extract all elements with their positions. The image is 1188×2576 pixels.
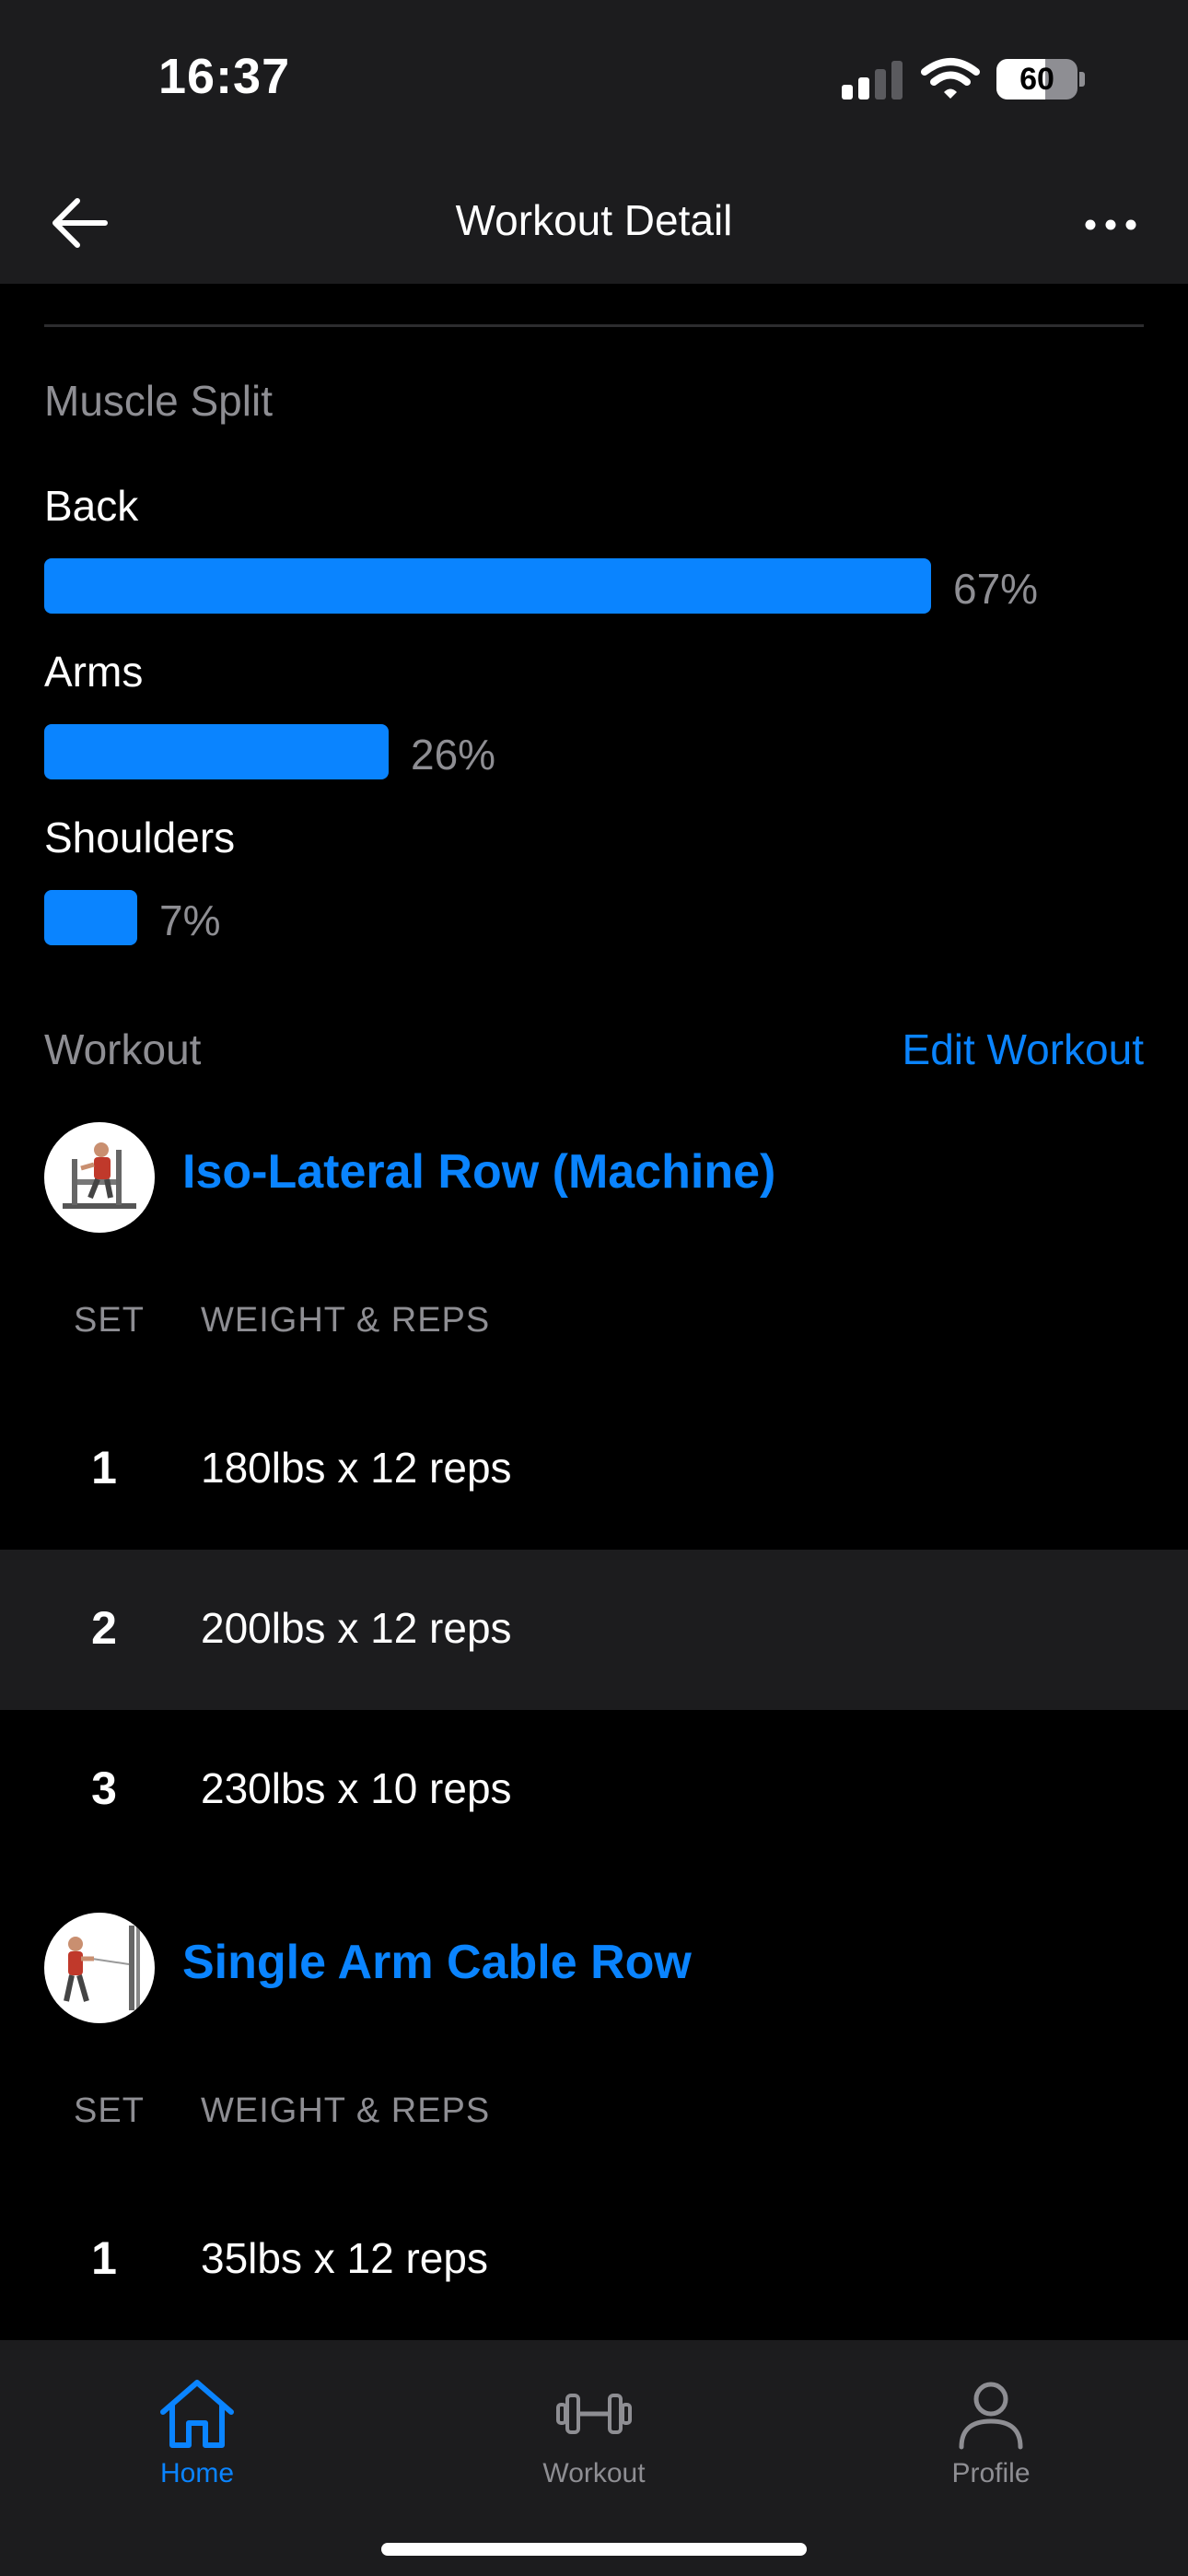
exercise-thumbnail[interactable] bbox=[44, 1122, 155, 1233]
muscle-bar-shoulders bbox=[44, 890, 137, 945]
exercise-thumbnail[interactable] bbox=[44, 1913, 155, 2023]
dumbbell-icon bbox=[556, 2394, 632, 2434]
set-row: 1 35lbs x 12 reps bbox=[0, 2180, 1188, 2340]
workout-heading: Workout bbox=[44, 1025, 202, 1073]
battery-icon: 60 bbox=[996, 59, 1077, 100]
tab-label-workout: Workout bbox=[542, 2458, 646, 2488]
set-weight-reps: 35lbs x 12 reps bbox=[201, 2234, 488, 2282]
muscle-percent-arms: 26% bbox=[411, 731, 496, 779]
muscle-label-back: Back bbox=[44, 482, 139, 530]
set-weight-reps: 200lbs x 12 reps bbox=[201, 1604, 512, 1652]
muscle-split-heading: Muscle Split bbox=[44, 377, 273, 425]
divider bbox=[44, 324, 1144, 327]
tab-label-home: Home bbox=[159, 2458, 235, 2488]
muscle-percent-shoulders: 7% bbox=[159, 896, 221, 944]
status-time: 16:37 bbox=[158, 49, 291, 104]
home-icon bbox=[160, 2380, 234, 2448]
battery-cap bbox=[1079, 72, 1085, 87]
weight-reps-column-header: WEIGHT & REPS bbox=[201, 1301, 491, 1340]
edit-workout-link[interactable]: Edit Workout bbox=[903, 1025, 1144, 1074]
set-number: 3 bbox=[91, 1762, 117, 1814]
home-indicator bbox=[381, 2543, 807, 2556]
set-column-header: SET bbox=[74, 2091, 145, 2130]
signal-icon bbox=[842, 61, 903, 100]
muscle-bar-arms bbox=[44, 724, 389, 779]
muscle-bar-back bbox=[44, 558, 931, 614]
muscle-label-arms: Arms bbox=[44, 648, 144, 696]
set-weight-reps: 230lbs x 10 reps bbox=[201, 1764, 512, 1812]
set-number: 1 bbox=[91, 2232, 117, 2284]
set-row: 3 230lbs x 10 reps bbox=[0, 1710, 1188, 1870]
set-weight-reps: 180lbs x 12 reps bbox=[201, 1444, 512, 1492]
person-icon bbox=[959, 2382, 1023, 2450]
muscle-label-shoulders: Shoulders bbox=[44, 814, 236, 861]
weight-reps-column-header: WEIGHT & REPS bbox=[201, 2091, 491, 2130]
tab-bar: Home Workout Profile bbox=[0, 2340, 1188, 2576]
tab-label-profile: Profile bbox=[951, 2458, 1031, 2488]
cable-row-icon bbox=[64, 1926, 140, 2010]
exercise-title[interactable]: Iso-Lateral Row (Machine) bbox=[182, 1144, 775, 1200]
tab-home[interactable]: Home bbox=[87, 2377, 308, 2489]
tab-workout[interactable]: Workout bbox=[483, 2377, 705, 2489]
more-options-icon[interactable] bbox=[1083, 208, 1138, 241]
set-number: 1 bbox=[91, 1442, 117, 1493]
top-bar: 16:37 60 Workout Detail bbox=[0, 0, 1188, 284]
set-row: 1 180lbs x 12 reps bbox=[0, 1389, 1188, 1550]
muscle-percent-back: 67% bbox=[953, 565, 1039, 613]
wifi-icon bbox=[921, 58, 980, 99]
set-number: 2 bbox=[91, 1602, 117, 1654]
exercise-title[interactable]: Single Arm Cable Row bbox=[182, 1935, 692, 1990]
page-title: Workout Detail bbox=[455, 196, 733, 244]
set-row: 2 200lbs x 12 reps bbox=[0, 1550, 1188, 1710]
tab-profile[interactable]: Profile bbox=[880, 2377, 1101, 2489]
rowing-machine-icon bbox=[63, 1142, 136, 1209]
set-column-header: SET bbox=[74, 1301, 145, 1340]
battery-level: 60 bbox=[1019, 62, 1054, 97]
